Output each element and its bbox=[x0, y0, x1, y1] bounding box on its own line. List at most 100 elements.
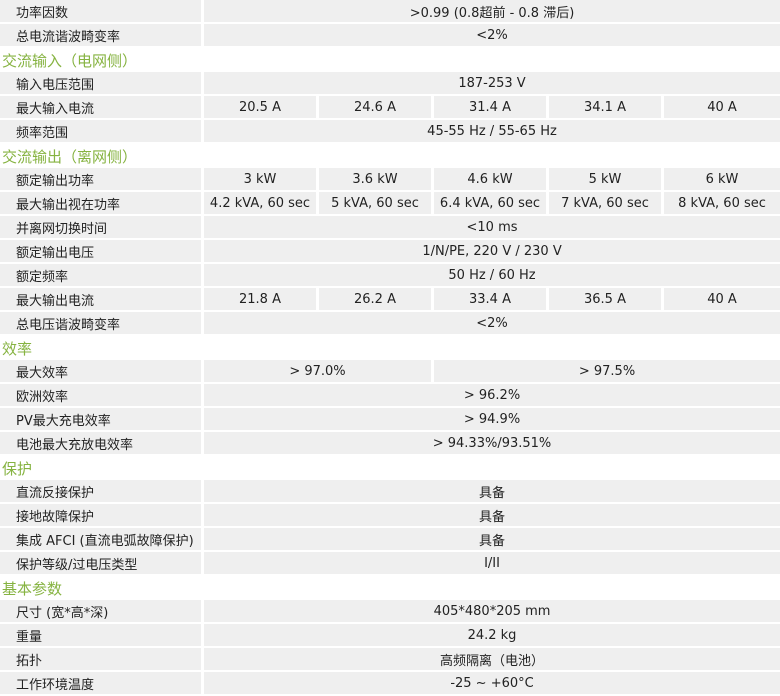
section-title: 基本参数 bbox=[0, 576, 780, 600]
row-label: 额定输出功率 bbox=[0, 168, 204, 192]
row-value: 45-55 Hz / 55-65 Hz bbox=[204, 120, 780, 144]
row-value: 34.1 A bbox=[549, 96, 664, 120]
table-row: 尺寸 (宽*高*深) 405*480*205 mm bbox=[0, 600, 780, 624]
row-value: 5 kVA, 60 sec bbox=[319, 192, 434, 216]
row-label: 频率范围 bbox=[0, 120, 204, 144]
row-value: > 97.0% bbox=[204, 360, 434, 384]
row-value: 具备 bbox=[204, 528, 780, 552]
section-title: 保护 bbox=[0, 456, 780, 480]
table-row: 总电压谐波畸变率 <2% bbox=[0, 312, 780, 336]
row-value: 3.6 kW bbox=[319, 168, 434, 192]
section-header-row: 基本参数 bbox=[0, 576, 780, 600]
row-value: 高频隔离（电池） bbox=[204, 648, 780, 672]
row-value: 4.6 kW bbox=[434, 168, 549, 192]
row-value: 26.2 A bbox=[319, 288, 434, 312]
table-row: PV最大充电效率 > 94.9% bbox=[0, 408, 780, 432]
table-row: 额定频率 50 Hz / 60 Hz bbox=[0, 264, 780, 288]
table-row: 最大输出电流 21.8 A 26.2 A 33.4 A 36.5 A 40 A bbox=[0, 288, 780, 312]
table-row: 并离网切换时间 <10 ms bbox=[0, 216, 780, 240]
row-value: 21.8 A bbox=[204, 288, 319, 312]
row-value: 24.6 A bbox=[319, 96, 434, 120]
table-row: 直流反接保护 具备 bbox=[0, 480, 780, 504]
section-header-row: 效率 bbox=[0, 336, 780, 360]
row-value: 40 A bbox=[664, 288, 780, 312]
row-value: 187-253 V bbox=[204, 72, 780, 96]
table-row: 保护等级/过电压类型 I/II bbox=[0, 552, 780, 576]
row-label: 接地故障保护 bbox=[0, 504, 204, 528]
row-label: 额定输出电压 bbox=[0, 240, 204, 264]
row-value: 405*480*205 mm bbox=[204, 600, 780, 624]
row-value: <2% bbox=[204, 24, 780, 48]
row-label: 并离网切换时间 bbox=[0, 216, 204, 240]
row-value: <10 ms bbox=[204, 216, 780, 240]
row-value: <2% bbox=[204, 312, 780, 336]
row-value: 40 A bbox=[664, 96, 780, 120]
row-value: > 94.33%/93.51% bbox=[204, 432, 780, 456]
row-label: 最大输入电流 bbox=[0, 96, 204, 120]
row-label: 最大效率 bbox=[0, 360, 204, 384]
spec-table-body: 功率因数 >0.99 (0.8超前 - 0.8 滞后) 总电流谐波畸变率 <2% 交流输… bbox=[0, 0, 780, 696]
row-value: 6.4 kVA, 60 sec bbox=[434, 192, 549, 216]
section-header-row: 交流输出（离网侧） bbox=[0, 144, 780, 168]
row-value: 1/N/PE, 220 V / 230 V bbox=[204, 240, 780, 264]
row-label: 直流反接保护 bbox=[0, 480, 204, 504]
table-row: 重量 24.2 kg bbox=[0, 624, 780, 648]
row-value: 5 kW bbox=[549, 168, 664, 192]
spec-table: 功率因数 >0.99 (0.8超前 - 0.8 滞后) 总电流谐波畸变率 <2% 交流输… bbox=[0, 0, 780, 696]
row-value: 31.4 A bbox=[434, 96, 549, 120]
row-value: > 97.5% bbox=[434, 360, 780, 384]
section-title: 交流输出（离网侧） bbox=[0, 144, 780, 168]
table-row: 集成 AFCI (直流电弧故障保护) 具备 bbox=[0, 528, 780, 552]
table-row: 欧洲效率 > 96.2% bbox=[0, 384, 780, 408]
row-label: 尺寸 (宽*高*深) bbox=[0, 600, 204, 624]
row-value: 36.5 A bbox=[549, 288, 664, 312]
table-row: 最大输入电流 20.5 A 24.6 A 31.4 A 34.1 A 40 A bbox=[0, 96, 780, 120]
table-row: 功率因数 >0.99 (0.8超前 - 0.8 滞后) bbox=[0, 0, 780, 24]
row-label: 最大输出电流 bbox=[0, 288, 204, 312]
row-value: 24.2 kg bbox=[204, 624, 780, 648]
row-label: 输入电压范围 bbox=[0, 72, 204, 96]
row-value: 33.4 A bbox=[434, 288, 549, 312]
table-row: 额定输出功率 3 kW 3.6 kW 4.6 kW 5 kW 6 kW bbox=[0, 168, 780, 192]
row-label: 功率因数 bbox=[0, 0, 204, 24]
row-value: >0.99 (0.8超前 - 0.8 滞后) bbox=[204, 0, 780, 24]
table-row: 电池最大充放电效率 > 94.33%/93.51% bbox=[0, 432, 780, 456]
row-value: 具备 bbox=[204, 480, 780, 504]
table-row: 拓扑 高频隔离（电池） bbox=[0, 648, 780, 672]
row-value: 7 kVA, 60 sec bbox=[549, 192, 664, 216]
row-label: 集成 AFCI (直流电弧故障保护) bbox=[0, 528, 204, 552]
row-label: 总电流谐波畸变率 bbox=[0, 24, 204, 48]
table-row: 额定输出电压 1/N/PE, 220 V / 230 V bbox=[0, 240, 780, 264]
row-label: 额定频率 bbox=[0, 264, 204, 288]
row-label: 保护等级/过电压类型 bbox=[0, 552, 204, 576]
section-header-row: 保护 bbox=[0, 456, 780, 480]
table-row: 最大输出视在功率 4.2 kVA, 60 sec 5 kVA, 60 sec 6.4 … bbox=[0, 192, 780, 216]
table-row: 接地故障保护 具备 bbox=[0, 504, 780, 528]
row-value: 具备 bbox=[204, 504, 780, 528]
row-value: 6 kW bbox=[664, 168, 780, 192]
row-value: > 94.9% bbox=[204, 408, 780, 432]
section-title: 交流输入（电网侧） bbox=[0, 48, 780, 72]
row-value: I/II bbox=[204, 552, 780, 576]
row-value: 50 Hz / 60 Hz bbox=[204, 264, 780, 288]
table-row: 总电流谐波畸变率 <2% bbox=[0, 24, 780, 48]
row-label: 电池最大充放电效率 bbox=[0, 432, 204, 456]
row-label: 拓扑 bbox=[0, 648, 204, 672]
table-row: 输入电压范围 187-253 V bbox=[0, 72, 780, 96]
row-label: PV最大充电效率 bbox=[0, 408, 204, 432]
table-row: 最大效率 > 97.0% > 97.5% bbox=[0, 360, 780, 384]
row-label: 总电压谐波畸变率 bbox=[0, 312, 204, 336]
row-label: 工作环境温度 bbox=[0, 672, 204, 696]
row-value: 20.5 A bbox=[204, 96, 319, 120]
row-label: 欧洲效率 bbox=[0, 384, 204, 408]
row-label: 重量 bbox=[0, 624, 204, 648]
table-row: 频率范围 45-55 Hz / 55-65 Hz bbox=[0, 120, 780, 144]
row-value: 4.2 kVA, 60 sec bbox=[204, 192, 319, 216]
row-value: > 96.2% bbox=[204, 384, 780, 408]
row-value: 8 kVA, 60 sec bbox=[664, 192, 780, 216]
table-row: 工作环境温度 -25 ~ +60°C bbox=[0, 672, 780, 696]
row-label: 最大输出视在功率 bbox=[0, 192, 204, 216]
row-value: -25 ~ +60°C bbox=[204, 672, 780, 696]
section-title: 效率 bbox=[0, 336, 780, 360]
row-value: 3 kW bbox=[204, 168, 319, 192]
